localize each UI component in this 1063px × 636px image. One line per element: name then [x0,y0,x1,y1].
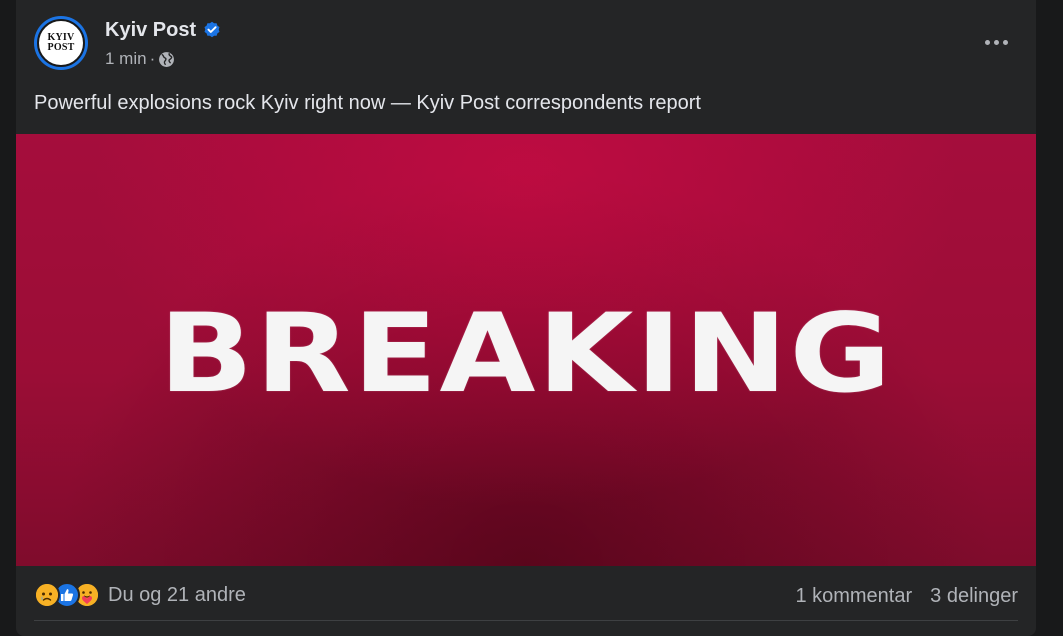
post-header: KYIV POST Kyiv Post 1 min · [16,0,1036,80]
meta-separator: · [149,49,156,68]
post-message: Powerful explosions rock Kyiv right now … [34,92,701,114]
post-image[interactable]: BREAKING [16,134,1036,566]
more-options-icon [983,39,1010,45]
globe-icon[interactable] [158,51,175,68]
page-name-row: Kyiv Post [105,17,221,43]
breaking-headline: BREAKING [158,290,894,418]
more-options-button[interactable] [978,28,1014,56]
reaction-count[interactable]: Du og 21 andre [108,582,246,608]
verified-badge-icon [204,21,220,38]
engagement-stats: 1 kommentar 3 delinger [795,583,1018,609]
kyiv-post-logo: KYIV POST [37,19,85,67]
post-footer: Du og 21 andre 1 kommentar 3 delinger [16,566,1036,636]
post-timestamp[interactable]: 1 min [105,49,147,69]
sad-reaction-icon [34,582,60,608]
footer-divider [34,620,1018,621]
share-count[interactable]: 3 delinger [930,583,1018,609]
post-meta: 1 min · [105,49,175,69]
reactions-summary[interactable]: Du og 21 andre [34,582,246,608]
page-avatar[interactable]: KYIV POST [34,16,88,70]
logo-line-2: POST [47,42,75,53]
page-name-link[interactable]: Kyiv Post [105,17,196,43]
comment-count[interactable]: 1 kommentar [795,583,912,609]
facebook-post: KYIV POST Kyiv Post 1 min · Powerful exp… [16,0,1036,636]
